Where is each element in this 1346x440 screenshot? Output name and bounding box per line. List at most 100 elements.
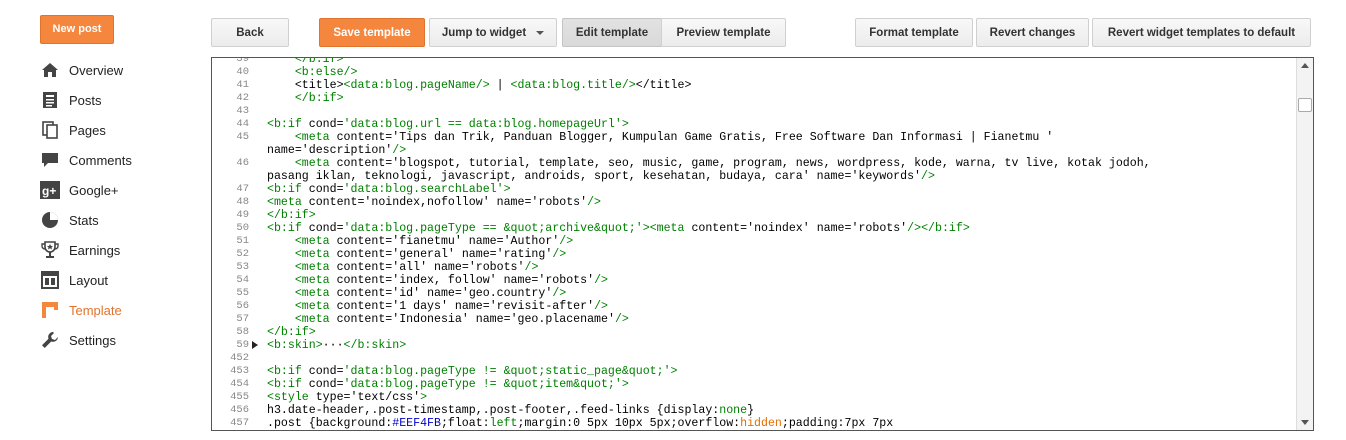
code-token: hidden bbox=[740, 417, 782, 430]
scrollbar-thumb[interactable] bbox=[1298, 98, 1312, 112]
code-token: 'Indonesia' bbox=[392, 313, 476, 326]
code-token: <meta bbox=[294, 157, 337, 170]
new-post-button[interactable]: New post bbox=[40, 15, 114, 44]
code-token: name= bbox=[816, 222, 852, 235]
back-button[interactable]: Back bbox=[211, 18, 289, 47]
code-text: <meta content='general' name='rating'/> bbox=[267, 248, 566, 261]
line-number: 57 bbox=[236, 313, 249, 325]
jump-to-widget-dropdown[interactable]: Jump to widget bbox=[429, 18, 557, 47]
line-number: 58 bbox=[236, 326, 249, 338]
code-token: <meta bbox=[294, 261, 337, 274]
code-text: <meta content='Indonesia' name='geo.plac… bbox=[267, 313, 629, 326]
vertical-scrollbar[interactable] bbox=[1296, 58, 1313, 430]
revert-widget-templates-button[interactable]: Revert widget templates to default bbox=[1092, 18, 1311, 47]
sidebar-item-pages[interactable]: Pages bbox=[40, 115, 190, 145]
code-token: content= bbox=[308, 196, 365, 209]
line-number: 455 bbox=[230, 391, 249, 403]
edit-template-button[interactable]: Edit template bbox=[562, 18, 662, 47]
code-line: 58 </b:if> bbox=[212, 326, 1295, 339]
code-text: </b:if> bbox=[267, 58, 344, 66]
code-token: cond= bbox=[308, 118, 344, 131]
code-line: 48 <meta content='noindex,nofollow' name=… bbox=[212, 196, 1295, 209]
code-token: </title> bbox=[635, 79, 692, 92]
sidebar-item-settings[interactable]: Settings bbox=[40, 325, 190, 355]
code-token: ;margin:0 5px 10px 5px;overflow: bbox=[517, 417, 741, 430]
line-number: 41 bbox=[236, 79, 249, 91]
code-editor[interactable]: 39 </b:if> 40 <b:else/> 41 <title><data:bl… bbox=[211, 57, 1314, 431]
code-token: <meta bbox=[267, 196, 309, 209]
sidebar-item-posts[interactable]: Posts bbox=[40, 85, 190, 115]
code-token: 'geo.placename' bbox=[510, 313, 615, 326]
sidebar-item-earnings[interactable]: Earnings bbox=[40, 235, 190, 265]
code-text: <meta content='1 days' name='revisit-aft… bbox=[267, 300, 608, 313]
code-token: 'data:blog.pageType != &quot;static_page… bbox=[343, 365, 671, 378]
format-template-button[interactable]: Format template bbox=[855, 18, 973, 47]
code-line: 54 <meta content='index, follow' name='r… bbox=[212, 274, 1295, 287]
line-number: 52 bbox=[236, 248, 249, 260]
code-text: h3.date-header,.post-timestamp,.post-foo… bbox=[267, 404, 754, 417]
code-token: content= bbox=[336, 248, 393, 261]
code-token: <meta bbox=[649, 222, 692, 235]
code-token: 'geo.country' bbox=[461, 287, 553, 300]
code-token: ··· bbox=[322, 339, 344, 352]
code-token: name= bbox=[267, 144, 302, 157]
code-token: <meta bbox=[294, 313, 337, 326]
code-token: name= bbox=[454, 300, 490, 313]
code-token: content= bbox=[336, 261, 393, 274]
code-line: 49 </b:if> bbox=[212, 209, 1295, 222]
fold-arrow-icon[interactable] bbox=[252, 341, 258, 349]
sidebar-item-template[interactable]: Template bbox=[40, 295, 190, 325]
sidebar-item-label: Posts bbox=[69, 92, 102, 108]
code-token: cond= bbox=[308, 365, 344, 378]
code-token: } bbox=[747, 404, 755, 417]
code-token: /> bbox=[552, 248, 567, 261]
code-token: </b:if> bbox=[267, 209, 316, 222]
code-token: content= bbox=[691, 222, 748, 235]
code-token: </b:if> bbox=[267, 326, 316, 339]
code-token: 'rating' bbox=[496, 248, 553, 261]
save-template-button[interactable]: Save template bbox=[319, 18, 425, 47]
preview-template-button[interactable]: Preview template bbox=[661, 18, 786, 47]
code-token: /> bbox=[594, 274, 608, 287]
scroll-up-icon[interactable] bbox=[1301, 63, 1309, 68]
code-line: 57 <meta content='Indonesia' name='geo.p… bbox=[212, 313, 1295, 326]
code-token: </b:if> bbox=[294, 92, 344, 105]
sidebar-item-label: Comments bbox=[69, 152, 132, 168]
code-token: 'fianetmu' bbox=[392, 235, 469, 248]
code-line: 52 <meta content='general' name='rating'… bbox=[212, 248, 1295, 261]
sidebar-item-label: Pages bbox=[69, 122, 106, 138]
sidebar-item-overview[interactable]: Overview bbox=[40, 55, 190, 85]
code-text: pasang iklan, teknologi, javascript, and… bbox=[267, 170, 935, 183]
code-token: <data:blog.pageName/> bbox=[343, 79, 490, 92]
line-number: 43 bbox=[236, 105, 249, 117]
code-line: pasang iklan, teknologi, javascript, and… bbox=[212, 170, 1295, 183]
revert-changes-button[interactable]: Revert changes bbox=[976, 18, 1089, 47]
code-token: /> bbox=[907, 222, 922, 235]
sidebar-item-stats[interactable]: Stats bbox=[40, 205, 190, 235]
code-text: <meta content='fianetmu' name='Author'/> bbox=[267, 235, 573, 248]
sidebar-item-comments[interactable]: Comments bbox=[40, 145, 190, 175]
line-number: 45 bbox=[236, 131, 249, 143]
code-token: <b:if bbox=[267, 222, 309, 235]
code-token: <meta bbox=[294, 235, 337, 248]
chevron-down-icon bbox=[536, 30, 545, 35]
sidebar-item-layout[interactable]: Layout bbox=[40, 265, 190, 295]
code-token: #EEF4FB bbox=[392, 417, 441, 430]
code-token: 'robots' bbox=[851, 222, 908, 235]
code-token: | bbox=[489, 79, 511, 92]
code-token: content= bbox=[336, 235, 393, 248]
code-token: 'robots' bbox=[468, 261, 525, 274]
code-token: 'data:blog.searchLabel' bbox=[343, 183, 504, 196]
code-line: 50 <b:if cond='data:blog.pageType == &quo… bbox=[212, 222, 1295, 235]
code-token: /> bbox=[559, 235, 574, 248]
code-line: 59 <b:skin>···</b:skin> bbox=[212, 339, 1295, 352]
code-token: <b:if bbox=[267, 118, 309, 131]
code-token: </b:skin> bbox=[343, 339, 407, 352]
scroll-down-icon[interactable] bbox=[1301, 420, 1309, 425]
line-number: 49 bbox=[236, 209, 249, 221]
sidebar-item-google-plus[interactable]: g+ Google+ bbox=[40, 175, 190, 205]
code-text: <b:if cond='data:blog.searchLabel'> bbox=[267, 183, 511, 196]
